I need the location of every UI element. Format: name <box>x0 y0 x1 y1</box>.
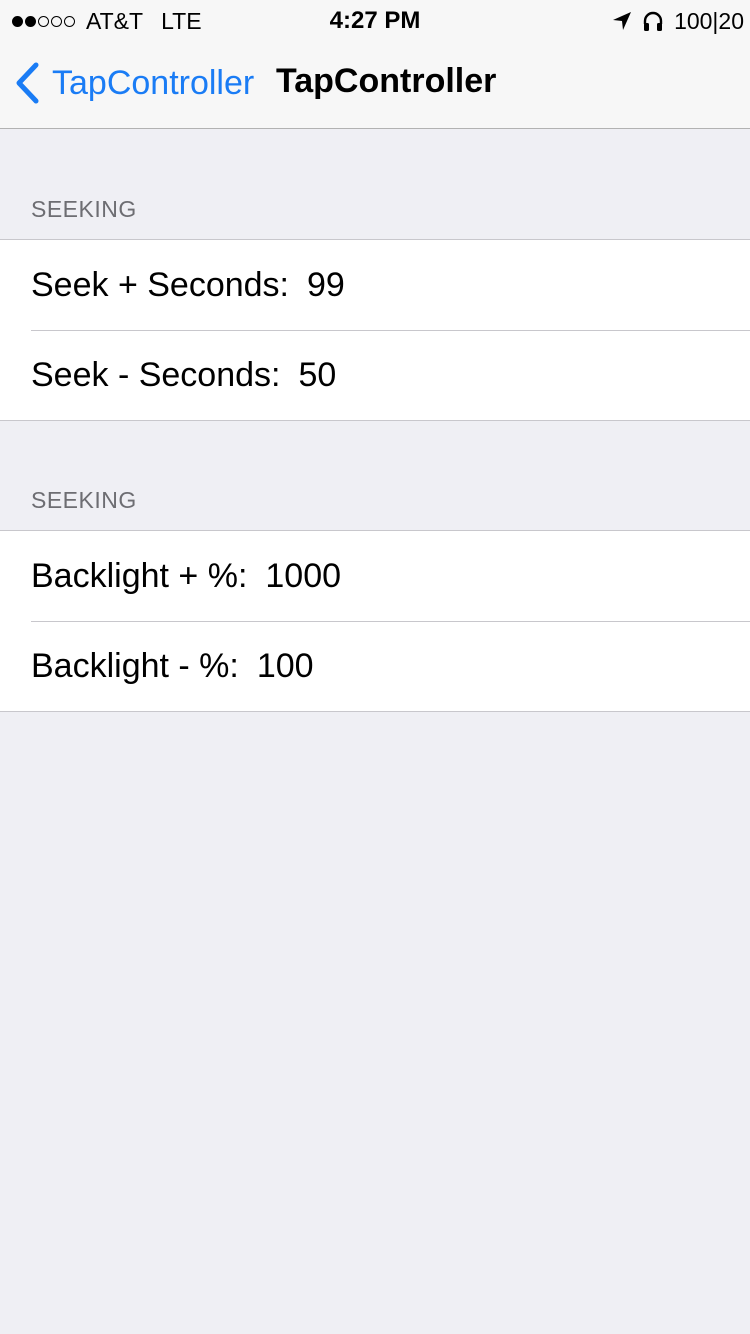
status-bar: AT&T LTE 4:27 PM 100|20 <box>0 0 750 40</box>
backlight-plus-row[interactable]: Backlight + %: 1000 <box>0 531 750 621</box>
status-right: 100|20 <box>612 8 744 34</box>
row-value: 50 <box>298 355 337 394</box>
row-value: 100 <box>256 646 314 685</box>
back-button[interactable]: TapController <box>14 60 254 106</box>
section-header: SEEKING <box>31 487 137 513</box>
backlight-minus-row[interactable]: Backlight - %: 100 <box>0 621 750 711</box>
row-label: Backlight + %: <box>31 556 248 595</box>
chevron-left-icon <box>16 62 39 104</box>
top-bar: AT&T LTE 4:27 PM 100|20 TapController Ta… <box>0 0 750 129</box>
row-value: 1000 <box>265 556 342 595</box>
navigation-bar: TapController TapController <box>0 40 750 128</box>
row-label: Seek + Seconds: <box>31 265 290 304</box>
headphones-icon <box>643 11 663 31</box>
back-button-label: TapController <box>52 63 255 102</box>
row-label: Backlight - %: <box>31 646 239 685</box>
settings-group: Backlight + %: 1000 Backlight - %: 100 <box>0 530 750 712</box>
seek-plus-seconds-row[interactable]: Seek + Seconds: 99 <box>0 240 750 330</box>
seek-minus-seconds-row[interactable]: Seek - Seconds: 50 <box>0 330 750 420</box>
section-header: SEEKING <box>31 196 137 222</box>
battery-level: 100|20 <box>674 7 744 34</box>
location-arrow-icon <box>613 12 632 30</box>
row-value: 99 <box>307 265 345 304</box>
page-title: TapController <box>276 62 497 100</box>
row-label: Seek - Seconds: <box>31 355 281 394</box>
settings-group: Seek + Seconds: 99 Seek - Seconds: 50 <box>0 239 750 421</box>
